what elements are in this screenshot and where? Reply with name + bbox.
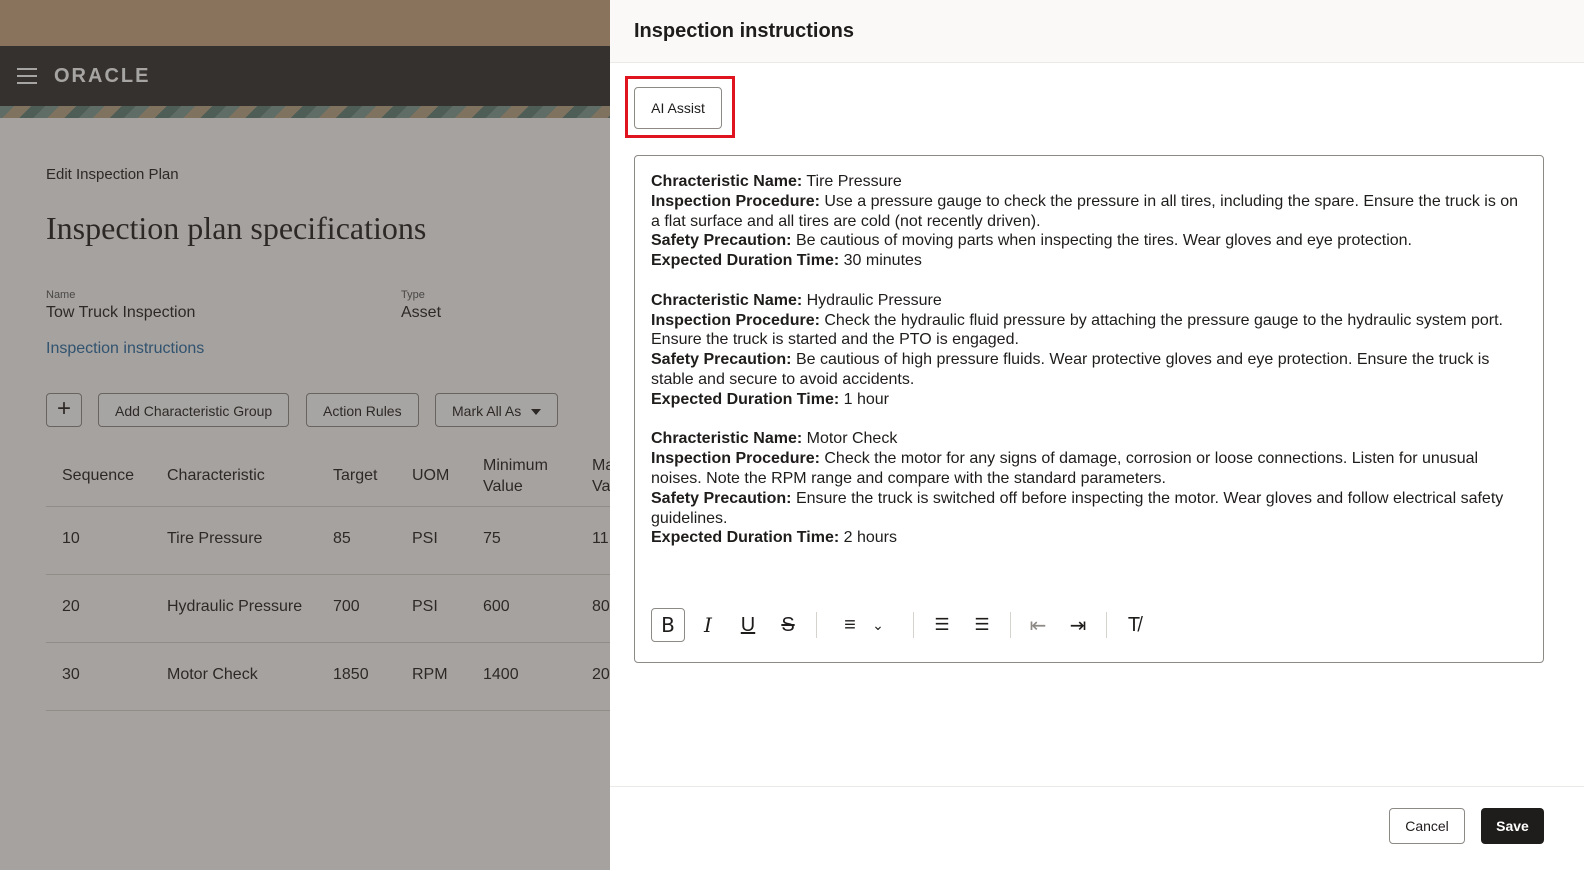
field-label: Expected Duration Time: — [651, 529, 840, 547]
expected-duration: 30 minutes — [843, 252, 922, 270]
toolbar-divider — [816, 612, 817, 638]
save-button[interactable]: Save — [1481, 808, 1544, 844]
drawer-footer: Cancel Save — [610, 786, 1584, 871]
outdent-icon[interactable]: ⇤ — [1021, 608, 1055, 642]
underline-icon[interactable]: U — [731, 608, 765, 642]
cancel-button[interactable]: Cancel — [1389, 808, 1465, 844]
toolbar-divider — [1010, 612, 1011, 638]
bulleted-list-icon[interactable]: ☰ — [925, 608, 959, 642]
editor-content[interactable]: Chracteristic Name: Tire Pressure Inspec… — [651, 172, 1527, 548]
safety-precaution: Be cautious of moving parts when inspect… — [795, 232, 1412, 250]
indent-icon[interactable]: ⇥ — [1061, 608, 1095, 642]
field-label: Chracteristic Name: — [651, 430, 803, 448]
clear-formatting-icon[interactable]: T̸ — [1117, 608, 1151, 642]
drawer-header: Inspection instructions — [610, 0, 1584, 63]
expected-duration: 2 hours — [843, 529, 898, 547]
bold-icon[interactable]: B — [651, 608, 685, 642]
drawer-title: Inspection instructions — [634, 20, 855, 42]
field-label: Inspection Procedure: — [651, 450, 820, 468]
field-label: Expected Duration Time: — [651, 390, 840, 408]
expected-duration: 1 hour — [843, 390, 890, 408]
toolbar-divider — [1106, 612, 1107, 638]
ai-assist-button[interactable]: AI Assist — [634, 87, 722, 129]
field-label: Safety Precaution: — [651, 489, 792, 507]
inspection-instructions-drawer: Inspection instructions AI Assist Chract… — [610, 0, 1584, 870]
characteristic-name: Tire Pressure — [806, 173, 902, 190]
field-label: Expected Duration Time: — [651, 252, 840, 270]
field-label: Inspection Procedure: — [651, 311, 820, 329]
modal-scrim[interactable] — [0, 0, 610, 870]
strikethrough-icon[interactable]: S — [771, 608, 805, 642]
field-label: Safety Precaution: — [651, 351, 792, 369]
field-label: Chracteristic Name: — [651, 291, 803, 309]
chevron-down-icon[interactable]: ⌄ — [861, 608, 895, 642]
characteristic-name: Hydraulic Pressure — [806, 291, 942, 309]
field-label: Chracteristic Name: — [651, 173, 803, 190]
field-label: Inspection Procedure: — [651, 192, 820, 210]
toolbar-divider — [913, 612, 914, 638]
field-label: Safety Precaution: — [651, 232, 792, 250]
italic-icon[interactable]: I — [691, 608, 725, 642]
rich-text-editor[interactable]: Chracteristic Name: Tire Pressure Inspec… — [634, 155, 1544, 663]
numbered-list-icon[interactable]: ☰ — [965, 608, 999, 642]
editor-toolbar: B I U S ≡ ⌄ ☰ ☰ ⇤ ⇥ T̸ — [651, 608, 1171, 644]
characteristic-name: Motor Check — [806, 430, 898, 448]
